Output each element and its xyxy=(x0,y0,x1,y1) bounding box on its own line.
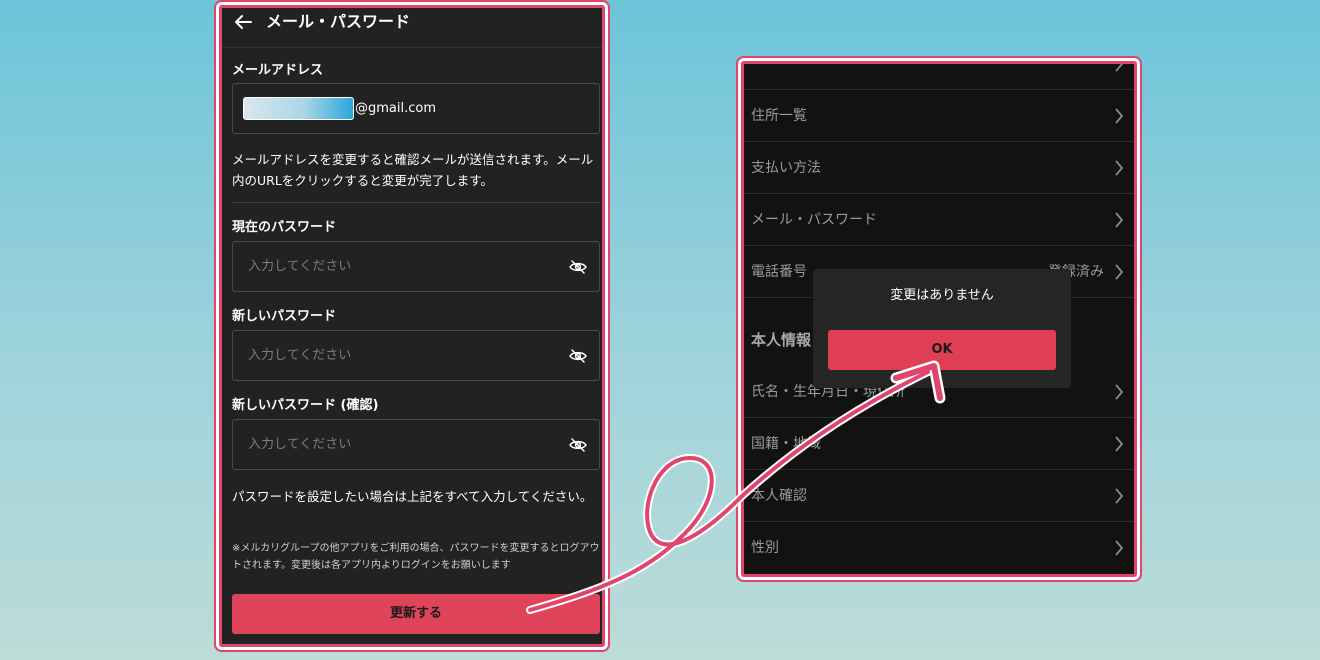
current-password-label: 現在のパスワード xyxy=(232,220,337,235)
list-item-label: 本人確認 xyxy=(751,488,807,504)
list-item-label: 住所一覧 xyxy=(751,108,807,124)
confirm-password-placeholder: 入力してください xyxy=(248,437,352,452)
list-item-gender[interactable]: 性別 xyxy=(744,522,1134,574)
list-item-nationality[interactable]: 国籍・地域 xyxy=(744,418,1134,470)
section-divider xyxy=(232,202,600,203)
password-set-notice: パスワードを設定したい場合は上記をすべて入力してください。 xyxy=(232,489,593,504)
eye-slash-icon[interactable] xyxy=(569,437,587,453)
list-item-address[interactable]: 住所一覧 xyxy=(744,90,1134,142)
list-item-payment[interactable]: 支払い方法 xyxy=(744,142,1134,194)
email-change-notice: メールアドレスを変更すると確認メールが送信されます。メール内のURLをクリックす… xyxy=(232,152,594,188)
list-item-label: 国籍・地域 xyxy=(751,436,821,452)
email-field[interactable]: @gmail.com xyxy=(232,83,600,134)
screen-header: メール・パスワード xyxy=(222,8,602,48)
list-item-email-password[interactable]: メール・パスワード xyxy=(744,194,1134,246)
eye-slash-icon[interactable] xyxy=(569,348,587,364)
chevron-right-icon xyxy=(1115,264,1124,280)
current-password-placeholder: 入力してください xyxy=(248,259,352,274)
email-domain-text: @gmail.com xyxy=(355,101,437,116)
list-item-identity-verification[interactable]: 本人確認 xyxy=(744,470,1134,522)
eye-slash-icon[interactable] xyxy=(569,259,587,275)
new-password-placeholder: 入力してください xyxy=(248,348,352,363)
chevron-right-icon xyxy=(1115,540,1124,556)
dialog-message: 変更はありません xyxy=(890,288,994,303)
no-changes-dialog: 変更はありません OK xyxy=(813,269,1071,388)
chevron-right-icon xyxy=(1115,384,1124,400)
new-password-field[interactable]: 入力してください xyxy=(232,330,600,381)
back-arrow-icon[interactable] xyxy=(232,11,254,33)
email-redaction-mask xyxy=(243,97,354,120)
list-item-cut-off[interactable] xyxy=(744,64,1134,90)
chevron-right-icon xyxy=(1115,212,1124,228)
group-app-notice: ※メルカリグループの他アプリをご利用の場合、パスワードを変更するとログアウトされ… xyxy=(232,543,600,571)
chevron-right-icon xyxy=(1115,64,1124,72)
list-item-label: 支払い方法 xyxy=(751,160,821,176)
list-item-label: メール・パスワード xyxy=(751,212,877,228)
confirm-password-field[interactable]: 入力してください xyxy=(232,419,600,470)
update-button[interactable]: 更新する xyxy=(232,594,600,634)
list-item-label: 性別 xyxy=(751,540,779,556)
ok-button[interactable]: OK xyxy=(828,330,1056,370)
chevron-right-icon xyxy=(1115,436,1124,452)
confirm-password-label: 新しいパスワード (確認) xyxy=(232,398,379,413)
chevron-right-icon xyxy=(1115,108,1124,124)
page-title: メール・パスワード xyxy=(266,12,411,31)
new-password-label: 新しいパスワード xyxy=(232,309,337,324)
account-settings-screen: 住所一覧 支払い方法 メール・パスワード 電話番号 登録済み 本人情報 氏名・生… xyxy=(741,61,1137,577)
email-password-screen: メール・パスワード メールアドレス @gmail.com メールアドレスを変更す… xyxy=(219,5,605,647)
list-item-label: 電話番号 xyxy=(751,264,807,280)
chevron-right-icon xyxy=(1115,160,1124,176)
section-title-personal-info: 本人情報 xyxy=(751,331,812,349)
email-label: メールアドレス xyxy=(232,63,324,78)
current-password-field[interactable]: 入力してください xyxy=(232,241,600,292)
chevron-right-icon xyxy=(1115,488,1124,504)
